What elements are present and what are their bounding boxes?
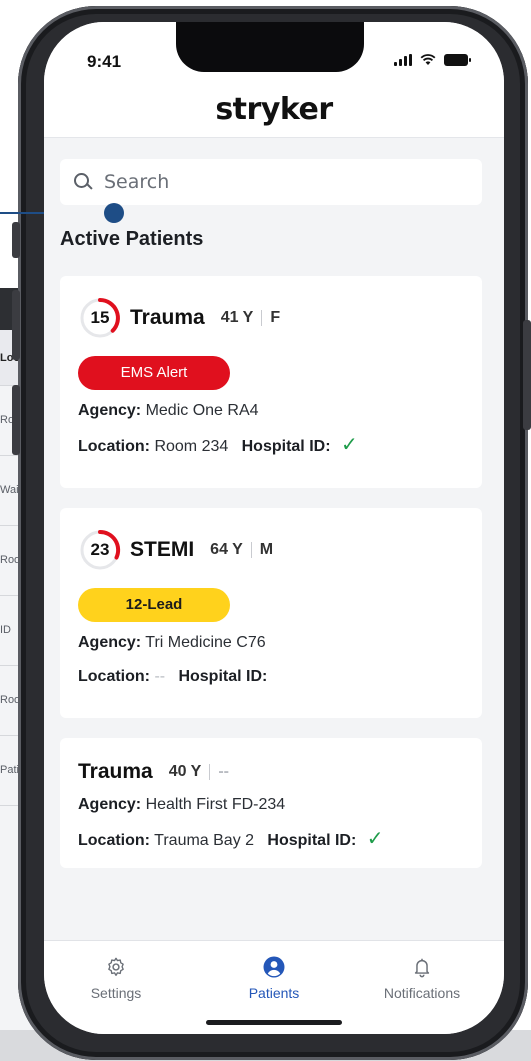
location-line: Location: Room 234 Hospital ID: ✓ (78, 432, 464, 457)
search-bar[interactable] (60, 159, 482, 205)
nav-item-settings[interactable]: Settings (56, 955, 176, 1001)
location-label: Location: (78, 832, 150, 849)
patient-card-header: 15 Trauma 41 Y F (78, 296, 464, 340)
location-value: Room 234 (154, 438, 229, 455)
callout-dot (104, 203, 124, 223)
hospital-id-label: Hospital ID: (178, 668, 268, 685)
patient-type: Trauma (78, 760, 153, 783)
signal-icon (394, 54, 412, 66)
status-badge: EMS Alert (78, 356, 230, 390)
location-label: Location: (78, 668, 150, 685)
patient-score: 15 (90, 308, 110, 327)
check-icon: ✓ (366, 828, 384, 850)
home-indicator (206, 1020, 342, 1025)
patient-card[interactable]: Trauma 40 Y -- Agency: Health First FD-2… (60, 738, 482, 868)
patient-age: 41 Y (220, 309, 254, 326)
gear-icon (108, 957, 124, 976)
wifi-icon (420, 54, 436, 65)
agency-value: Tri Medicine C76 (145, 634, 266, 651)
patient-card-header: Trauma 40 Y -- (78, 760, 464, 784)
patient-card[interactable]: 23 STEMI 64 Y M 12-Lead Agency: Tri Medi… (60, 508, 482, 718)
location-value: Trauma Bay 2 (154, 832, 255, 849)
agency-line: Agency: Tri Medicine C76 (78, 634, 464, 652)
patient-sex: -- (218, 763, 229, 780)
agency-line: Agency: Health First FD-234 (78, 796, 464, 814)
phone-screen: 9:41 stryker Active Patients (44, 22, 504, 1034)
agency-line: Agency: Medic One RA4 (78, 402, 464, 420)
check-icon: ✓ (340, 434, 358, 456)
patient-type: STEMI (130, 538, 195, 561)
phone-volume-down (12, 385, 20, 455)
score-ring: 15 (78, 296, 122, 340)
patient-card[interactable]: 15 Trauma 41 Y F EMS Alert Agency: Medic… (60, 276, 482, 488)
app-header: stryker (44, 80, 504, 138)
location-line: Location: -- Hospital ID: (78, 664, 464, 687)
status-icons (394, 54, 471, 66)
status-time: 9:41 (87, 52, 122, 71)
battery-icon (444, 54, 471, 66)
patient-type: Trauma (130, 306, 205, 329)
nav-item-notifications[interactable]: Notifications (362, 955, 482, 1001)
score-ring: 23 (78, 528, 122, 572)
location-value: -- (154, 668, 166, 685)
agency-value: Medic One RA4 (145, 402, 259, 419)
status-badge: 12-Lead (78, 588, 230, 622)
search-input[interactable] (104, 171, 444, 193)
patient-sex: M (259, 541, 274, 558)
divider (209, 764, 211, 780)
bell-icon (414, 958, 430, 978)
agency-label: Agency: (78, 634, 142, 651)
agency-label: Agency: (78, 402, 142, 419)
phone-mute-switch (12, 222, 20, 258)
phone-volume-up (12, 290, 20, 360)
stryker-logo: stryker (215, 92, 333, 127)
agency-value: Health First FD-234 (145, 796, 286, 813)
divider (250, 542, 252, 558)
agency-label: Agency: (78, 796, 142, 813)
location-label: Location: (78, 438, 150, 455)
patient-age: 64 Y (210, 541, 243, 558)
patient-card-header: 23 STEMI 64 Y M (78, 528, 464, 572)
nav-item-patients[interactable]: Patients (214, 955, 334, 1001)
hospital-id-label: Hospital ID: (241, 438, 331, 455)
search-icon (74, 173, 92, 191)
phone-power-button (523, 320, 531, 430)
divider (261, 310, 263, 326)
nav-label-notifications: Notifications (383, 985, 461, 1001)
user-icon (263, 956, 285, 978)
patient-score: 23 (90, 540, 110, 559)
phone-notch (176, 22, 364, 72)
patient-age: 40 Y (168, 763, 202, 780)
section-title: Active Patients (60, 228, 204, 250)
hospital-id-label: Hospital ID: (267, 832, 357, 849)
location-line: Location: Trauma Bay 2 Hospital ID: ✓ (78, 826, 464, 851)
patient-sex: F (270, 309, 281, 326)
nav-label-patients: Patients (248, 985, 300, 1001)
nav-label-settings: Settings (90, 985, 142, 1001)
